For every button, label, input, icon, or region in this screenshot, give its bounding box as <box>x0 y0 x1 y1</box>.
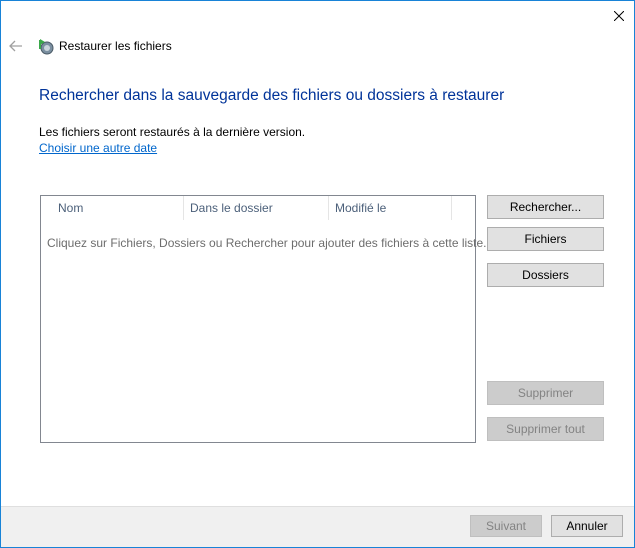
restore-files-icon <box>39 39 54 55</box>
add-files-button[interactable]: Fichiers <box>487 227 604 251</box>
next-button[interactable]: Suivant <box>470 515 542 537</box>
page-heading: Rechercher dans la sauvegarde des fichie… <box>39 87 505 104</box>
cancel-button[interactable]: Annuler <box>551 515 623 537</box>
close-button[interactable] <box>604 1 634 31</box>
choose-other-date-link[interactable]: Choisir une autre date <box>39 141 157 155</box>
footer-bar: Suivant Annuler <box>1 506 634 547</box>
search-button[interactable]: Rechercher... <box>487 195 604 219</box>
column-header-folder[interactable]: Dans le dossier <box>184 196 329 220</box>
file-list[interactable]: Nom Dans le dossier Modifié le Cliquez s… <box>40 195 487 443</box>
column-header-name[interactable]: Nom <box>52 196 184 220</box>
remove-button[interactable]: Supprimer <box>487 381 604 405</box>
back-arrow-icon <box>9 40 22 52</box>
add-folders-button[interactable]: Dossiers <box>487 263 604 287</box>
restore-version-info: Les fichiers seront restaurés à la derni… <box>39 125 306 139</box>
window-title: Restaurer les fichiers <box>59 39 172 53</box>
empty-list-message: Cliquez sur Fichiers, Dossiers ou Recher… <box>47 236 487 250</box>
file-list-header: Nom Dans le dossier Modifié le <box>41 196 475 220</box>
remove-all-button[interactable]: Supprimer tout <box>487 417 604 441</box>
column-header-modified[interactable]: Modifié le <box>329 196 452 220</box>
back-button[interactable] <box>7 37 25 55</box>
close-icon <box>614 11 624 21</box>
restore-files-window: Restaurer les fichiers Rechercher dans l… <box>0 0 635 548</box>
